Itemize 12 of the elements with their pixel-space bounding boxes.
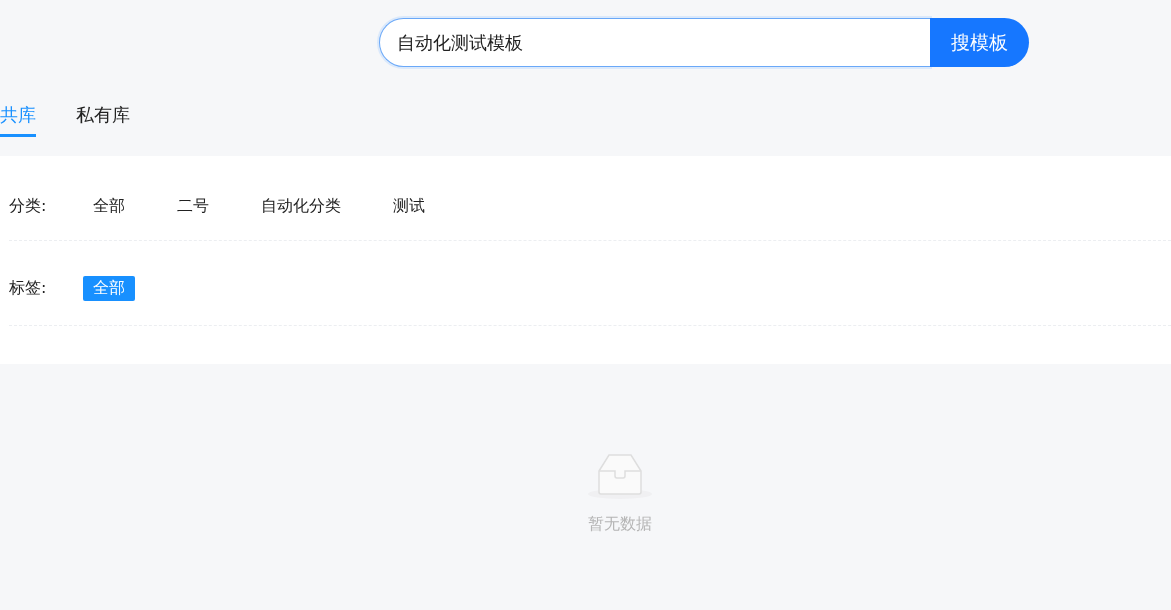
search-input[interactable]: 自动化测试模板 [395, 31, 930, 54]
search-button[interactable]: 搜模板 [930, 18, 1029, 67]
filter-option[interactable]: 全部 [83, 193, 135, 219]
empty-text: 暂无数据 [588, 514, 652, 535]
empty-inbox-icon [588, 452, 652, 500]
filter-option[interactable]: 二号 [167, 193, 219, 219]
search-field[interactable]: 自动化测试模板 [379, 18, 930, 67]
filter-option[interactable]: 测试 [383, 193, 435, 219]
filter-option[interactable]: 自动化分类 [251, 193, 351, 219]
filter-label: 标签: [9, 277, 48, 299]
library-tab[interactable]: 私有库 [76, 99, 130, 137]
filter-label: 分类: [9, 195, 48, 217]
